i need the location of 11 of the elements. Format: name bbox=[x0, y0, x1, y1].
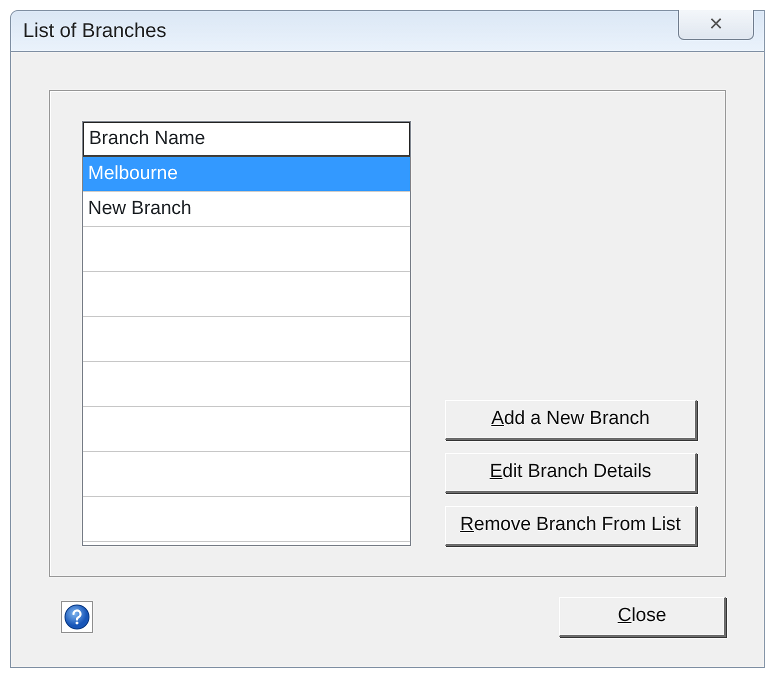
close-button[interactable]: Close bbox=[559, 597, 726, 637]
list-row[interactable]: New Branch bbox=[83, 192, 410, 227]
help-icon bbox=[64, 604, 90, 630]
branch-list[interactable]: Branch Name Melbourne New Branch bbox=[82, 121, 411, 546]
help-button[interactable] bbox=[61, 601, 93, 633]
action-button[interactable]: Remove Branch From List bbox=[445, 506, 697, 546]
close-button[interactable]: ✕ bbox=[678, 10, 754, 40]
action-button[interactable]: Edit Branch Details bbox=[445, 453, 697, 493]
window-title: List of Branches bbox=[23, 19, 166, 44]
column-header[interactable]: Branch Name bbox=[83, 122, 410, 157]
action-button[interactable]: Add a New Branch bbox=[445, 400, 697, 440]
